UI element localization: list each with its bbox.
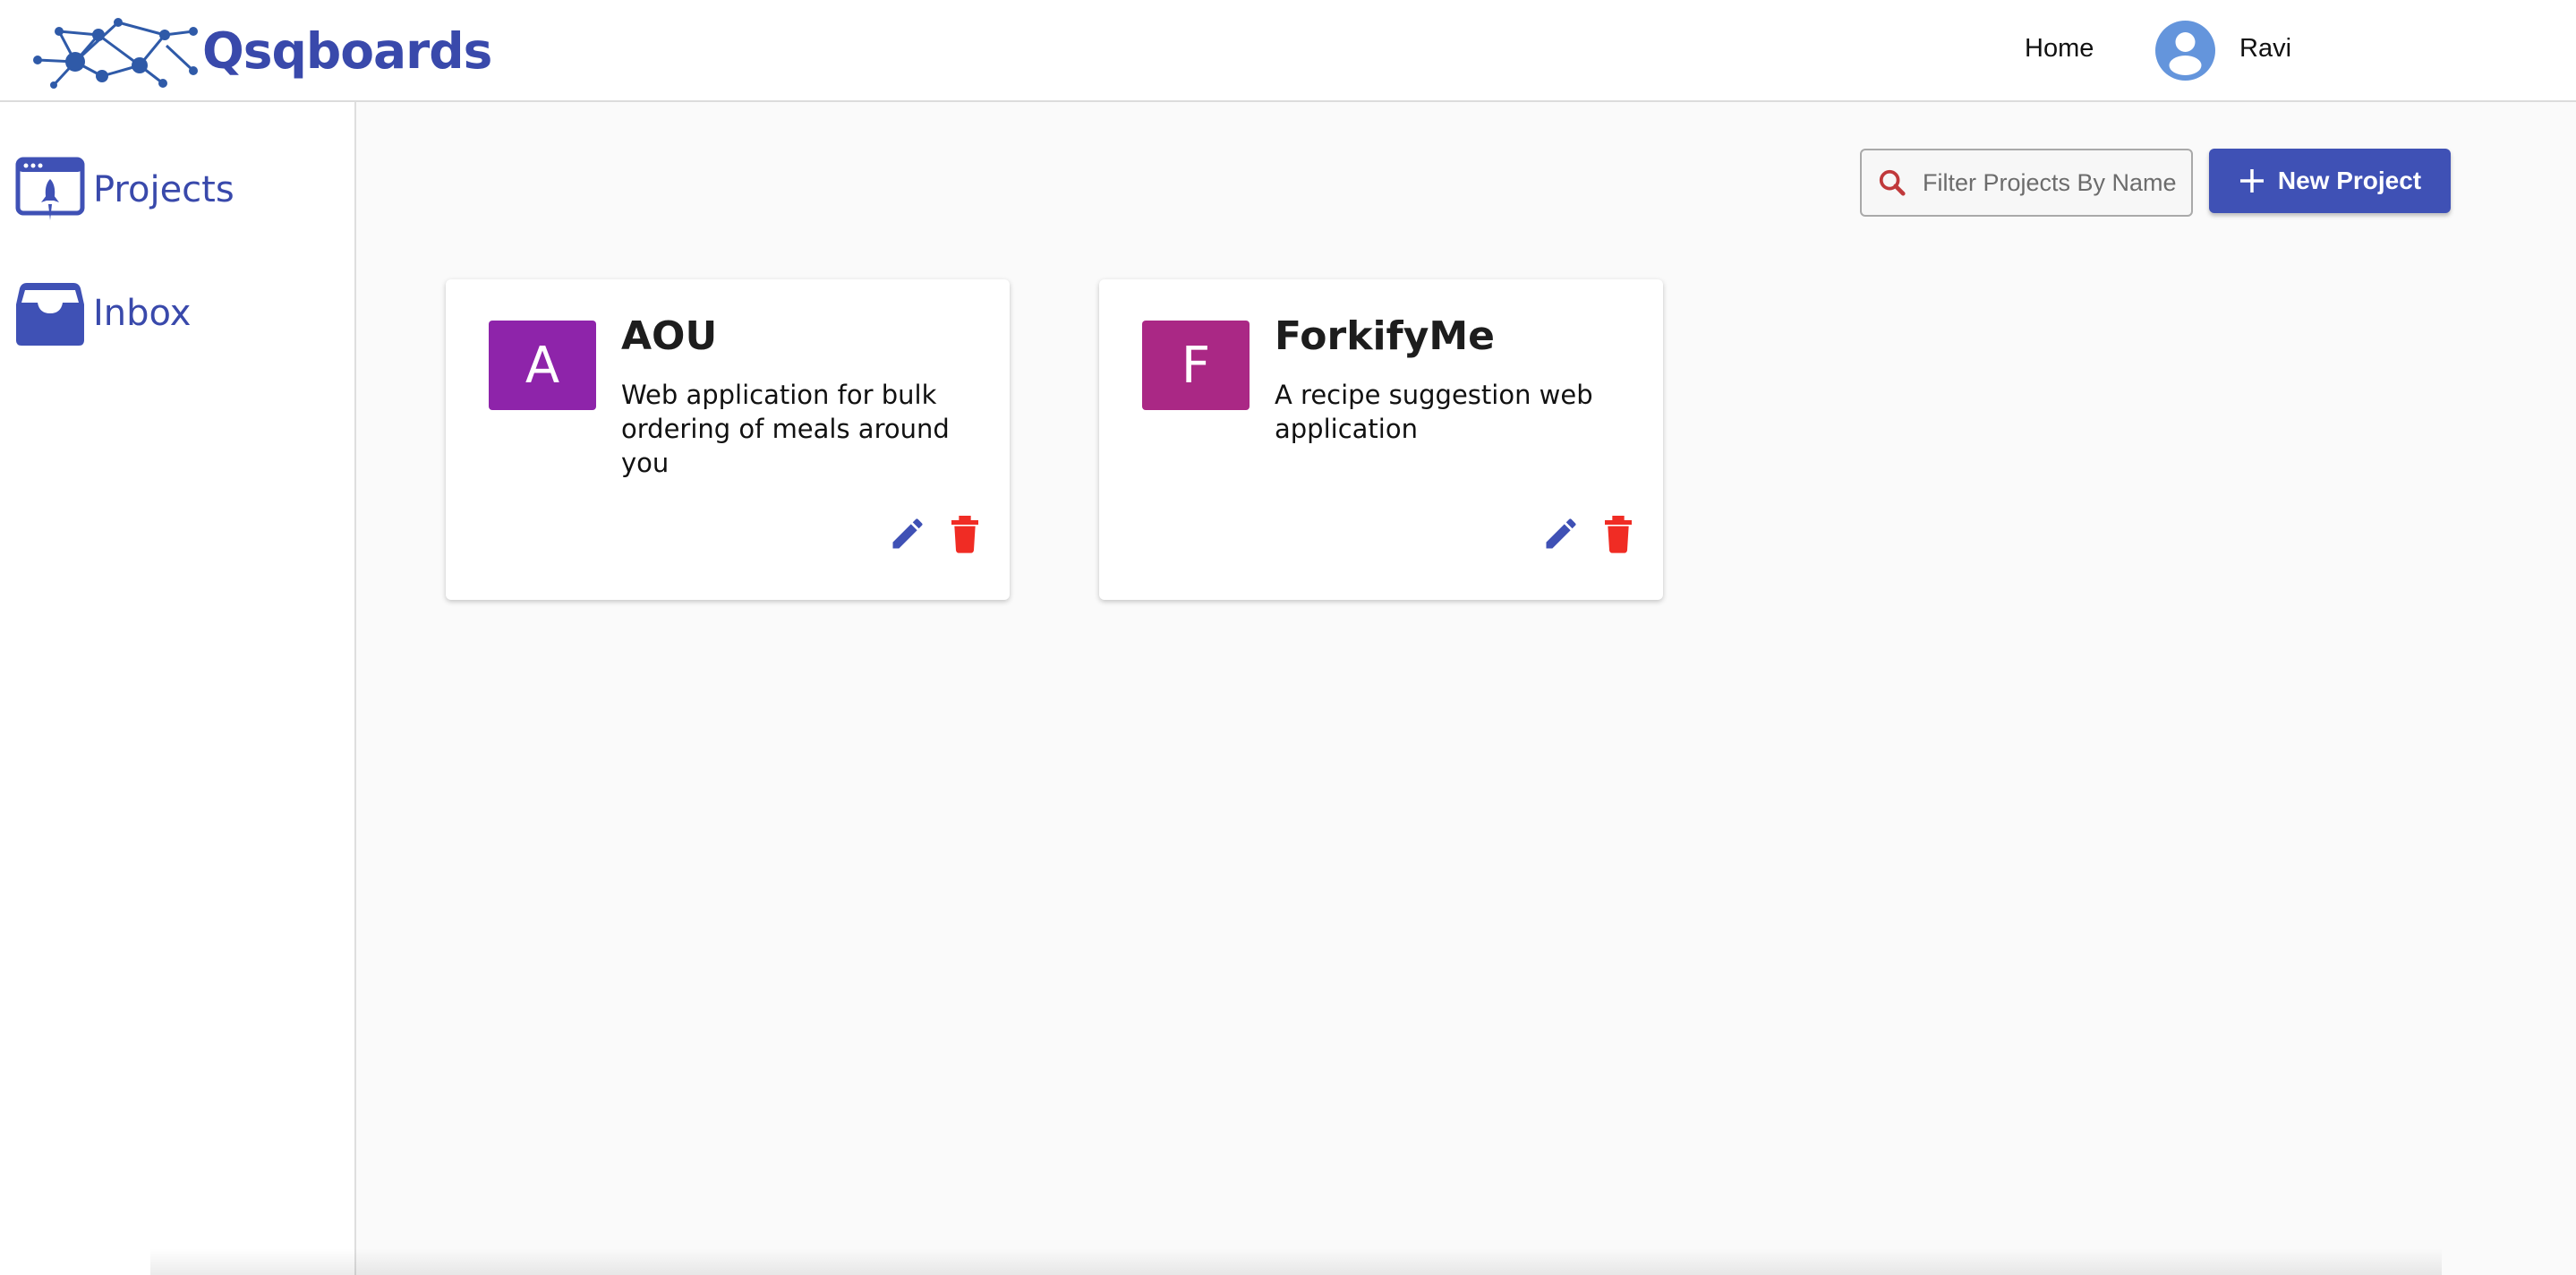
delete-icon[interactable]: [947, 514, 983, 553]
brand[interactable]: Qsqboards: [32, 11, 492, 91]
network-graph-icon: [33, 18, 198, 89]
sidebar-item-label: Projects: [93, 169, 235, 210]
search-input[interactable]: [1923, 168, 2191, 197]
project-initial-tile: F: [1142, 321, 1250, 410]
inbox-tray-icon: [16, 283, 84, 346]
project-card[interactable]: A AOU Web application for bulk ordering …: [446, 279, 1010, 600]
edit-icon[interactable]: [888, 514, 927, 553]
main-content: New Project A AOU Web application for bu…: [356, 102, 2576, 1275]
sidebar-item-inbox[interactable]: Inbox: [14, 278, 191, 349]
plus-icon: [2239, 169, 2264, 193]
top-header: Qsqboards Home Ravi: [0, 0, 2576, 102]
nav-home-link[interactable]: Home: [2025, 34, 2094, 64]
new-project-button[interactable]: New Project: [2209, 149, 2451, 213]
project-filter-search[interactable]: [1860, 149, 2193, 217]
user-name[interactable]: Ravi: [2239, 34, 2291, 64]
project-description: Web application for bulk ordering of mea…: [621, 380, 950, 478]
new-project-label: New Project: [2277, 167, 2422, 194]
edit-icon[interactable]: [1541, 514, 1581, 553]
sidebar-item-label: Inbox: [93, 293, 192, 334]
project-name: AOU: [621, 313, 718, 359]
project-name: ForkifyMe: [1275, 313, 1495, 359]
delete-icon[interactable]: [1600, 514, 1636, 553]
search-icon: [1879, 169, 1906, 196]
project-card[interactable]: F ForkifyMe A recipe suggestion web appl…: [1099, 279, 1663, 600]
bottom-shadow: [150, 1248, 2442, 1275]
project-initial-tile: A: [489, 321, 596, 410]
brand-name: Qsqboards: [202, 22, 492, 80]
user-avatar-icon[interactable]: [2155, 21, 2215, 81]
sidebar: Projects Inbox: [0, 102, 356, 1275]
sidebar-item-projects[interactable]: Projects: [14, 154, 235, 226]
user-silhouette-icon: [2169, 32, 2202, 75]
project-description: A recipe suggestion web application: [1275, 380, 1593, 444]
rocket-window-icon: [15, 157, 85, 220]
